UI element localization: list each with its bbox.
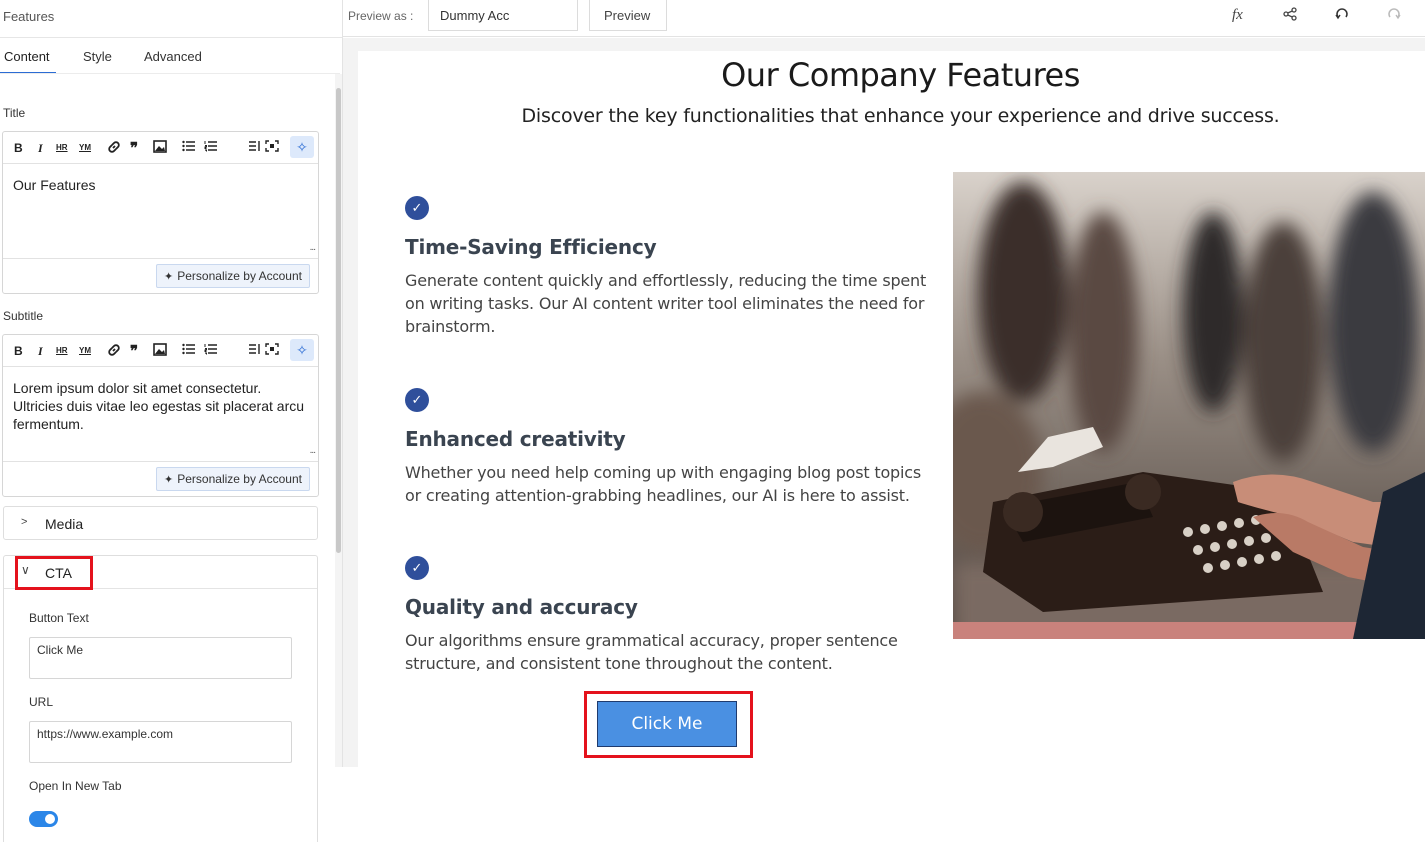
- hr-button[interactable]: HR: [56, 343, 68, 359]
- account-select[interactable]: Dummy Acc: [428, 0, 578, 31]
- media-accordion-label: Media: [45, 516, 84, 532]
- preview-as-label: Preview as :: [348, 9, 414, 23]
- media-accordion: > Media: [3, 506, 318, 540]
- url-input[interactable]: https://www.example.com: [29, 721, 292, 763]
- bold-button[interactable]: B: [14, 140, 23, 156]
- resize-handle-icon[interactable]: ...: [310, 242, 316, 253]
- check-icon: ✓: [405, 556, 429, 580]
- ym-button[interactable]: YM: [79, 140, 91, 156]
- ym-button[interactable]: YM: [79, 343, 91, 359]
- quote-icon[interactable]: ❞: [130, 343, 138, 359]
- chevron-right-icon: >: [21, 516, 28, 528]
- subtitle-field-label: Subtitle: [3, 309, 44, 323]
- canvas-bottom-blank: [322, 767, 1425, 842]
- url-label: URL: [29, 695, 54, 709]
- tab-advanced[interactable]: Advanced: [144, 49, 202, 64]
- cta-button-highlight-box: [584, 691, 753, 758]
- scrollbar-thumb[interactable]: [336, 88, 341, 553]
- features-subheading: Discover the key functionalities that en…: [521, 105, 1280, 127]
- subtitle-editor-text[interactable]: Lorem ipsum dolor sit amet consectetur. …: [13, 379, 313, 433]
- personalize-button-label: Personalize by Account: [177, 472, 302, 486]
- link-icon[interactable]: [107, 343, 121, 361]
- title-editor-footer: ✦ Personalize by Account: [3, 258, 318, 294]
- button-text-input[interactable]: Click Me: [29, 637, 292, 679]
- feature-title-3: Quality and accuracy: [405, 595, 638, 619]
- align-icon[interactable]: [248, 343, 262, 359]
- title-editor-toolbar: B I HR YM ❞ ✧: [3, 132, 318, 164]
- feature-body-3: Our algorithms ensure grammatical accura…: [405, 631, 898, 673]
- tab-style[interactable]: Style: [83, 49, 112, 64]
- personalize-by-account-button[interactable]: ✦ Personalize by Account: [156, 467, 310, 491]
- italic-button[interactable]: I: [38, 140, 43, 156]
- bullet-list-icon[interactable]: [182, 343, 196, 359]
- feature-title-1: Time-Saving Efficiency: [405, 235, 657, 259]
- fullscreen-icon[interactable]: [265, 140, 279, 156]
- hr-button[interactable]: HR: [56, 140, 68, 156]
- feature-title-2: Enhanced creativity: [405, 427, 626, 451]
- share-icon[interactable]: [1283, 7, 1297, 24]
- redo-icon[interactable]: [1387, 7, 1401, 24]
- cta-highlight-box: [15, 556, 93, 590]
- numbered-list-icon[interactable]: [204, 343, 218, 359]
- title-field-label: Title: [3, 106, 26, 120]
- resize-handle-icon[interactable]: ...: [310, 445, 316, 456]
- bold-button[interactable]: B: [14, 343, 23, 359]
- ai-sparkle-icon[interactable]: ✧: [290, 136, 314, 158]
- typewriter-photo: [953, 172, 1425, 639]
- button-text-label: Button Text: [29, 611, 89, 625]
- ai-sparkle-icon[interactable]: ✧: [290, 339, 314, 361]
- subtitle-editor-toolbar: B I HR YM ❞ ✧: [3, 335, 318, 367]
- preview-canvas: Our Company Features Discover the key fu…: [358, 51, 1425, 767]
- align-icon[interactable]: [248, 140, 262, 156]
- preview-button[interactable]: Preview: [589, 0, 667, 31]
- check-icon: ✓: [405, 388, 429, 412]
- undo-icon[interactable]: [1335, 7, 1349, 24]
- tab-content[interactable]: Content: [4, 49, 50, 64]
- open-new-tab-label: Open In New Tab: [29, 779, 122, 793]
- link-icon[interactable]: [107, 140, 121, 158]
- check-icon: ✓: [405, 196, 429, 220]
- personalize-button-label: Personalize by Account: [177, 269, 302, 283]
- open-new-tab-toggle[interactable]: [29, 811, 58, 827]
- toggle-knob: [45, 814, 55, 824]
- panel-tabs: Content Style Advanced: [0, 38, 342, 74]
- sparkle-icon: ✦: [164, 271, 174, 283]
- bullet-list-icon[interactable]: [182, 140, 196, 156]
- panel-title: Features: [3, 9, 55, 24]
- features-heading: Our Company Features: [721, 56, 1080, 94]
- left-settings-panel: Features Content Style Advanced Title B …: [0, 0, 343, 842]
- italic-button[interactable]: I: [38, 343, 43, 359]
- subtitle-editor-footer: ✦ Personalize by Account: [3, 461, 318, 497]
- sparkle-icon: ✦: [164, 474, 174, 486]
- image-icon[interactable]: [153, 140, 167, 157]
- quote-icon[interactable]: ❞: [130, 140, 138, 156]
- image-icon[interactable]: [153, 343, 167, 360]
- fullscreen-icon[interactable]: [265, 343, 279, 359]
- subtitle-editor: B I HR YM ❞ ✧ Lorem ipsum dolor sit amet…: [2, 334, 319, 497]
- title-editor: B I HR YM ❞ ✧ Our Features ... ✦ Persona…: [2, 131, 319, 294]
- numbered-list-icon[interactable]: [204, 140, 218, 156]
- feature-body-1: Generate content quickly and effortlessl…: [405, 271, 927, 336]
- media-accordion-header[interactable]: > Media: [4, 507, 317, 540]
- feature-body-2: Whether you need help coming up with eng…: [405, 463, 921, 505]
- personalize-by-account-button[interactable]: ✦ Personalize by Account: [156, 264, 310, 288]
- preview-topbar: Preview as : Dummy Acc Preview fx: [343, 0, 1425, 37]
- fx-icon[interactable]: fx: [1232, 7, 1243, 24]
- title-editor-text[interactable]: Our Features: [13, 176, 313, 194]
- divider: [0, 73, 340, 74]
